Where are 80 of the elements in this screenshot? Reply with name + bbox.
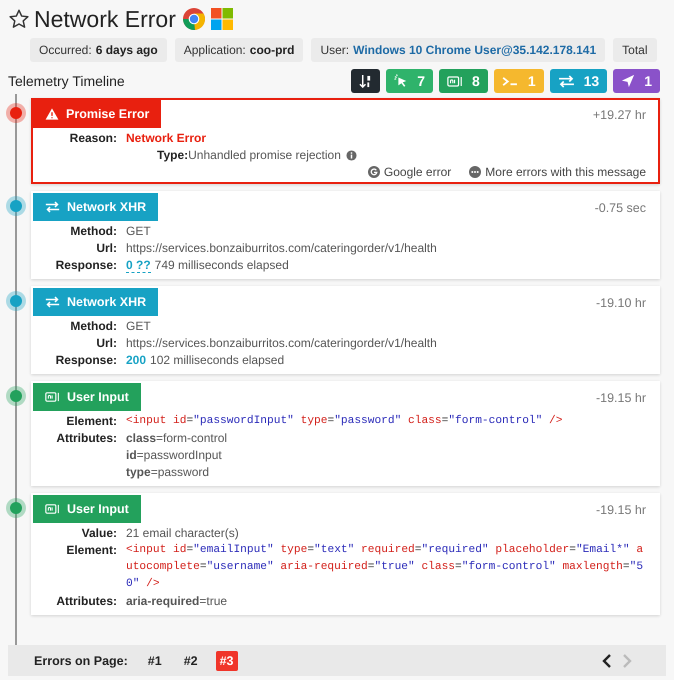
timeline-dot — [10, 107, 22, 119]
chrome-logo-icon — [182, 7, 206, 31]
field-label: Url: — [95, 240, 117, 257]
field-value: GET — [126, 223, 151, 240]
chevron-left-icon[interactable] — [602, 654, 612, 668]
filter-button[interactable]: 13 — [550, 69, 608, 93]
info-chip: Occurred: 6 days ago — [30, 38, 167, 62]
event-time: -0.75 sec — [594, 200, 647, 215]
text-field-icon — [45, 391, 60, 403]
google-icon — [368, 166, 380, 178]
event-type-label: User Input — [33, 383, 141, 411]
attribute-value: type=password — [126, 464, 210, 481]
field-label: Element: — [65, 542, 117, 559]
filter-button[interactable]: 8 — [439, 69, 488, 93]
field-label: Method: — [69, 223, 117, 240]
field-label: Attributes: — [55, 593, 117, 610]
info-chip: Application: coo-prd — [174, 38, 304, 62]
text-field-icon — [45, 503, 60, 515]
page-link[interactable]: #2 — [180, 650, 202, 670]
windows-logo-icon — [210, 7, 234, 31]
field-label: Attributes: — [55, 430, 117, 447]
event-time: +19.27 hr — [592, 107, 647, 122]
text-field-icon — [447, 74, 464, 88]
action-link[interactable]: Google error — [368, 165, 452, 179]
timeline-dot — [10, 295, 22, 307]
field-value: 749 milliseconds elapsed — [154, 258, 289, 272]
exchange-icon — [45, 296, 60, 308]
attribute-value: class=form-control — [126, 430, 228, 447]
field-value: 102 milliseconds elapsed — [150, 353, 284, 367]
warning-icon — [45, 108, 59, 120]
field-label: Method: — [69, 318, 117, 335]
section-title: Telemetry Timeline — [8, 73, 126, 89]
footer-label: Errors on Page: — [34, 654, 128, 668]
field-label: Url: — [95, 335, 117, 352]
page-title: Network Error — [34, 6, 176, 32]
field-label: Value: — [80, 525, 117, 542]
timeline-dot — [10, 502, 22, 514]
filter-button[interactable]: 7 — [386, 69, 434, 93]
info-chip: User: Windows 10 Chrome User@35.142.178.141 — [311, 38, 606, 62]
field-value: 21 email character(s) — [126, 525, 239, 542]
location-arrow-icon — [621, 74, 636, 88]
attribute-value: id=passwordInput — [126, 447, 223, 464]
ellipsis-icon — [469, 166, 482, 178]
info-chip: Total — [613, 38, 657, 62]
field-value: https://services.bonzaiburritos.com/cateringorder/v1/health — [126, 335, 437, 352]
event-time: -19.15 hr — [596, 502, 647, 517]
star-icon[interactable] — [8, 8, 30, 30]
event-time: -19.15 hr — [596, 390, 647, 405]
terminal-icon — [502, 76, 519, 86]
field-label: Reason: — [68, 130, 117, 147]
timeline-dot — [10, 390, 22, 402]
timeline-dot — [10, 200, 22, 212]
page-link[interactable]: #1 — [144, 650, 166, 670]
event-type-label: Network XHR — [33, 193, 158, 221]
info-icon[interactable] — [346, 150, 357, 161]
status-code-link[interactable]: 0 ?? — [126, 258, 151, 273]
field-value: GET — [126, 318, 151, 335]
field-value: https://services.bonzaiburritos.com/cateringorder/v1/health — [126, 240, 437, 257]
exchange-icon — [558, 74, 575, 88]
event-type-label: Promise Error — [33, 100, 162, 128]
code-snippet: <input id="passwordInput" type="password" class="form-control" /> — [126, 414, 564, 429]
field-label: Element: — [65, 413, 117, 430]
event-time: -19.10 hr — [596, 295, 647, 310]
code-snippet: <input id="emailInput" type="text" required="required" placeholder="Email*" autocomplete="username" aria-required="true" class="form-control" maxlength="50" /> — [126, 542, 644, 592]
action-link[interactable]: More errors with this message — [469, 165, 646, 179]
status-code: 200 — [126, 353, 146, 367]
error-reason: Network Error — [126, 130, 206, 147]
event-type-label: Network XHR — [33, 288, 158, 316]
field-label: Response: — [54, 352, 117, 369]
filter-button[interactable]: 1 — [613, 69, 660, 93]
cursor-icon — [394, 74, 408, 88]
exchange-icon — [45, 201, 60, 213]
field-label: Type: — [157, 147, 188, 164]
field-label: Response: — [54, 257, 117, 274]
field-value: Unhandled promise rejection — [188, 147, 341, 164]
sort-icon — [359, 74, 372, 88]
attribute-value: aria-required=true — [126, 593, 228, 610]
page-link[interactable]: #3 — [216, 650, 238, 670]
event-type-label: User Input — [33, 495, 141, 523]
filter-button[interactable] — [351, 69, 380, 93]
